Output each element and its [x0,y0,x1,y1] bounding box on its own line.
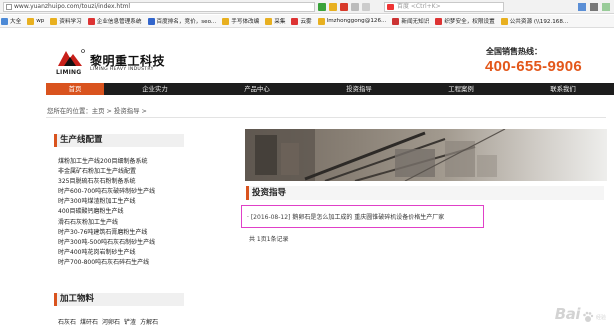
bookmark-item[interactable]: 采集 [265,17,285,25]
nav-item-strength[interactable]: 企业实力 [104,83,206,95]
folder-icon [1,17,8,25]
list-item[interactable]: 时产30-76吨建筑石膏磨粉生产线 [58,228,188,238]
address-bar[interactable]: www.yuanzhuipo.com/touzi/index.html [3,2,315,12]
list-item[interactable]: 时产400吨花岗岩制砂生产线 [58,248,188,258]
main-nav: 首页 企业实力 产品中心 投资指导 工程案例 联系我们 [46,83,614,95]
plant-illustration [245,129,506,181]
material-link[interactable]: 铲渣 [124,317,136,325]
industrial-banner-image [245,129,607,181]
nav-item-contact[interactable]: 联系我们 [512,83,614,95]
list-item[interactable]: 非金属矿石粉加工生产线配置 [58,167,188,177]
address-url: www.yuanzhuipo.com/touzi/index.html [14,3,131,10]
nav-item-home[interactable]: 首页 [46,83,104,95]
extension-icon[interactable] [602,3,610,11]
bookmark-item[interactable]: wp [27,17,44,25]
paw-icon [583,311,594,322]
hotline-number: 400-655-9906 [485,58,583,75]
cloud-icon[interactable] [351,3,359,11]
browser-toolbar: www.yuanzhuipo.com/touzi/index.html 百度 <… [0,0,614,14]
list-item[interactable]: 时产300吨煤渣粉加工生产线 [58,197,188,207]
material-link[interactable]: 河卵石 [102,317,120,325]
site-logo[interactable]: LIMING 黎明重工科技 LIMING HEAVY INDUSTRY [56,48,176,78]
site-icon [87,17,95,25]
watermark-sub: 经验 [595,315,606,321]
nav-item-products[interactable]: 产品中心 [206,83,308,95]
baidu-watermark: Bai 经验 [555,305,606,323]
article-title-link[interactable]: 鹅卵石是怎么加工成的 重庆圆锥破碎机设备价格生产厂家 [292,214,444,221]
logo-text-en: LIMING [56,69,82,76]
sidebar-section-production-lines: 生产线配置 [54,134,184,147]
highlighted-article: · [2016-08-12] 鹅卵石是怎么加工成的 重庆圆锥破碎机设备价格生产厂… [241,205,484,228]
bookmark-item[interactable]: 公共资源 (\\192.168... [500,17,568,25]
user-icon[interactable] [578,3,586,11]
folder-icon [500,17,508,25]
bookmark-item[interactable]: 百度排名，竞价，seo... [147,17,216,25]
list-item[interactable]: · [2016-08-12] 鹅卵石是怎么加工成的 重庆圆锥破碎机设备价格生产厂… [247,212,444,221]
list-item[interactable]: 滑石石灰粉加工生产线 [58,218,188,228]
bookmark-item[interactable]: 新闻无知识 [392,17,429,25]
menu-icon[interactable] [590,3,598,11]
paw-icon [147,17,155,25]
bookmark-item[interactable]: 资料学习 [50,17,82,25]
search-input[interactable]: 百度 <Ctrl+K> [384,2,504,12]
liming-logo-icon [58,49,85,66]
folder-icon [265,17,273,25]
list-item[interactable]: 时产300吨-500吨石灰石制砂生产线 [58,238,188,248]
breadcrumb: 您所在的位置：主页 > 投资指导 > [47,107,147,115]
list-item[interactable]: 时产600-700吨石灰破碎制砂生产线 [58,187,188,197]
pagination-info: 共 1页1条记录 [249,236,289,243]
nav-item-cases[interactable]: 工程案例 [410,83,512,95]
bullet: · [247,214,249,221]
production-line-list: 煤粉加工生产线200目细制备系统 非金属矿石粉加工生产线配置 325目脱硫石灰石… [58,157,188,268]
flag-icon[interactable] [340,3,348,11]
browser-right-icons [578,3,610,11]
site-icon [435,17,443,25]
hotline-label: 全国销售热线： [486,47,542,56]
article-date: [2016-08-12] [250,214,291,221]
sidebar-section-materials: 加工物料 [54,293,184,306]
bookmarks-bar: 大全 wp 资料学习 企业信息管理系统 百度排名，竞价，seo... 手写体改编… [0,15,614,28]
folder-icon [27,17,35,25]
material-link[interactable]: 煤矸石 [80,317,98,325]
bookmark-item[interactable]: 企业信息管理系统 [87,17,142,25]
material-link[interactable]: 方解石 [140,317,158,325]
material-link[interactable]: 石灰石 [58,317,76,325]
list-item[interactable]: 325目脱硫石灰石粉制备系统 [58,177,188,187]
investment-section-title: 投资指导 [246,186,604,200]
nav-item-investment[interactable]: 投资指导 [308,83,410,95]
folder-icon [222,17,230,25]
list-item[interactable]: 400目碳酸钙磨粉生产线 [58,207,188,217]
list-item[interactable]: 煤粉加工生产线200目细制备系统 [58,157,188,167]
site-icon [291,17,299,25]
site-icon [392,17,400,25]
page-icon [6,4,12,10]
folder-icon [317,17,325,25]
lightning-icon[interactable] [329,3,337,11]
list-item[interactable]: 时产700-800吨石灰石碎石生产线 [58,258,188,268]
folder-icon [50,17,58,25]
watermark-logo: Bai [554,305,581,323]
search-placeholder: 百度 <Ctrl+K> [397,3,441,10]
bookmark-item[interactable]: 织梦安全，权限设置 [435,17,495,25]
chevron-down-icon[interactable] [362,3,370,11]
shield-icon[interactable] [318,3,326,11]
bookmark-item[interactable]: 云雾 [291,17,312,25]
bookmark-item[interactable]: lmzhonggong@126... [317,17,386,25]
logo-subtitle: LIMING HEAVY INDUSTRY [90,67,154,72]
divider [46,117,606,118]
bookmark-item[interactable]: 大全 [1,17,21,25]
materials-list: 石灰石 煤矸石 河卵石 铲渣 方解石 [58,317,158,325]
bookmark-item[interactable]: 手写体改编 [222,17,259,25]
toolbar-icons [318,3,370,11]
